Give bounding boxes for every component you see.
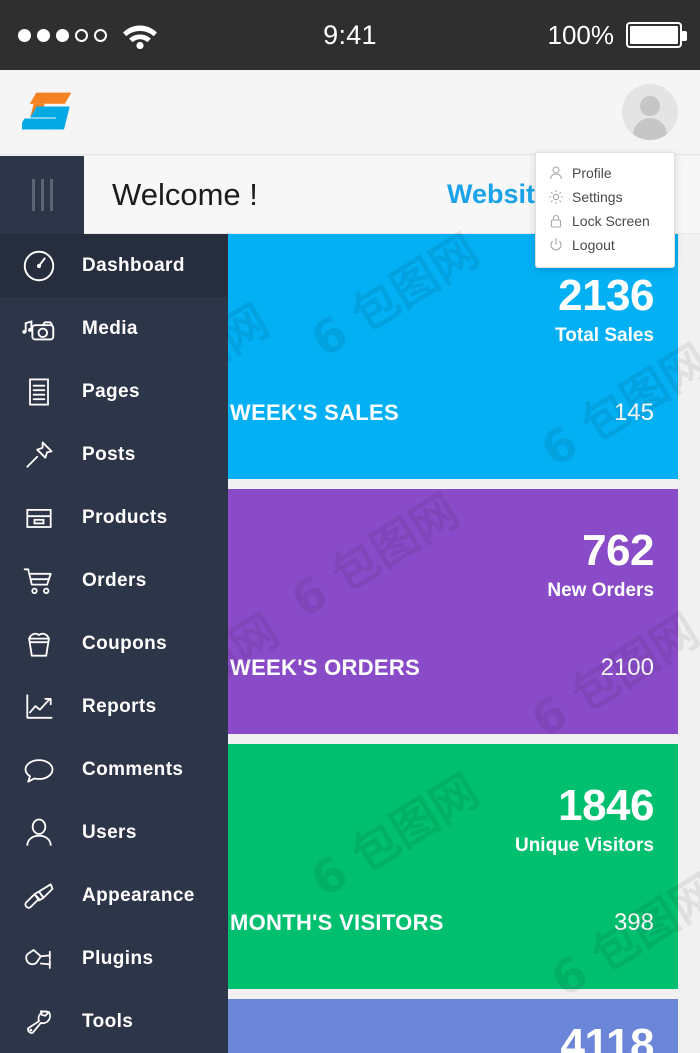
card-metric: 1846 Unique Visitors: [514, 781, 655, 857]
sidebar-item-pages[interactable]: Pages: [0, 360, 228, 423]
brand-header: [0, 70, 700, 155]
sidebar-item-dashboard[interactable]: Dashboard: [0, 234, 228, 297]
card-label: Unique Visitors: [514, 835, 654, 856]
card-metric: 2136 Total Sales: [555, 274, 654, 347]
card-footer-value: 2100: [600, 654, 654, 681]
dropdown-item-logout[interactable]: Logout: [536, 233, 674, 257]
sidebar-item-label: Comments: [82, 758, 184, 780]
sidebar-item-label: Products: [82, 506, 168, 528]
document-lines-icon: [18, 371, 60, 413]
sidebar-item-appearance[interactable]: Appearance: [0, 864, 228, 927]
dropdown-item-label: Settings: [572, 189, 623, 205]
sidebar-item-users[interactable]: Users: [0, 801, 228, 864]
person-icon: [548, 165, 564, 181]
camera-music-icon: [18, 308, 60, 350]
card-footer-value: 145: [613, 399, 654, 426]
sidebar-item-label: Plugins: [82, 947, 154, 969]
sidebar-item-label: Dashboard: [82, 254, 185, 276]
sidebar-item-plugins[interactable]: Plugins: [0, 927, 228, 990]
dropdown-item-label: Logout: [572, 237, 615, 253]
plug-icon: [18, 938, 60, 980]
sidebar-item-label: Reports: [82, 695, 157, 717]
gift-basket-icon: [18, 623, 60, 665]
box-icon: [18, 497, 60, 539]
sidebar-item-coupons[interactable]: Coupons: [0, 612, 228, 675]
sidebar-item-label: Users: [82, 821, 137, 843]
sidebar-item-comments[interactable]: Comments: [0, 738, 228, 801]
card-footer-value: 398: [613, 909, 654, 936]
profile-dropdown-menu: Profile Settings Lock Screen Logout: [535, 152, 675, 268]
battery-percent-label: 100%: [547, 19, 615, 50]
sidebar-item-media[interactable]: Media: [0, 297, 228, 360]
person-icon: [18, 812, 60, 854]
card-value: 762: [582, 526, 654, 575]
speech-bubble-icon: [18, 749, 60, 791]
sidebar-item-label: Media: [82, 317, 138, 339]
sidebar-item-posts[interactable]: Posts: [0, 423, 228, 486]
dropdown-item-settings[interactable]: Settings: [536, 185, 674, 209]
sidebar-item-reports[interactable]: Reports: [0, 675, 228, 738]
card-value: 1846: [558, 781, 654, 830]
sidebar-item-label: Posts: [82, 443, 136, 465]
dropdown-item-label: Profile: [572, 165, 612, 181]
card-metric: 4118: [560, 1020, 655, 1053]
sidebar-item-label: Appearance: [82, 884, 195, 906]
sidebar-item-tools[interactable]: Tools: [0, 990, 228, 1053]
gauge-icon: [18, 245, 60, 287]
dropdown-item-label: Lock Screen: [572, 213, 650, 229]
user-avatar-icon[interactable]: [622, 84, 678, 140]
status-bar-right: 100%: [547, 19, 687, 51]
sidebar-item-label: Orders: [82, 569, 147, 591]
sidebar-item-orders[interactable]: Orders: [0, 549, 228, 612]
lock-icon: [548, 213, 564, 229]
dropdown-item-profile[interactable]: Profile: [536, 161, 674, 185]
power-icon: [548, 237, 564, 253]
status-bar: 9:41 100%: [0, 0, 700, 70]
hamburger-menu-icon[interactable]: [0, 155, 84, 234]
shopping-cart-icon: [18, 560, 60, 602]
card-metric: 762 New Orders: [547, 529, 654, 602]
paint-brush-icon: [18, 875, 60, 917]
card-label: New Orders: [547, 580, 654, 601]
sidebar-item-products[interactable]: Products: [0, 486, 228, 549]
page-title: Welcome !: [112, 176, 258, 212]
sidebar-item-label: Pages: [82, 380, 140, 402]
line-chart-icon: [18, 686, 60, 728]
card-value: 2136: [558, 271, 654, 320]
card-label: Total Sales: [555, 325, 654, 346]
card-value: 4118: [560, 1020, 655, 1053]
gear-icon: [548, 189, 564, 205]
sidebar-item-label: Tools: [82, 1010, 134, 1032]
brand-logo-s-icon[interactable]: [17, 89, 82, 135]
sidebar-item-label: Coupons: [82, 632, 168, 654]
dropdown-item-lock-screen[interactable]: Lock Screen: [536, 209, 674, 233]
phone-screen: 9:41 100% Welcome ! Website 2136 Total S…: [0, 0, 700, 1053]
sidebar-nav: Dashboard Media Pages Posts Products Ord…: [0, 234, 228, 1053]
battery-full-icon: [626, 22, 687, 48]
wrench-icon: [18, 1001, 60, 1043]
pushpin-icon: [18, 434, 60, 476]
